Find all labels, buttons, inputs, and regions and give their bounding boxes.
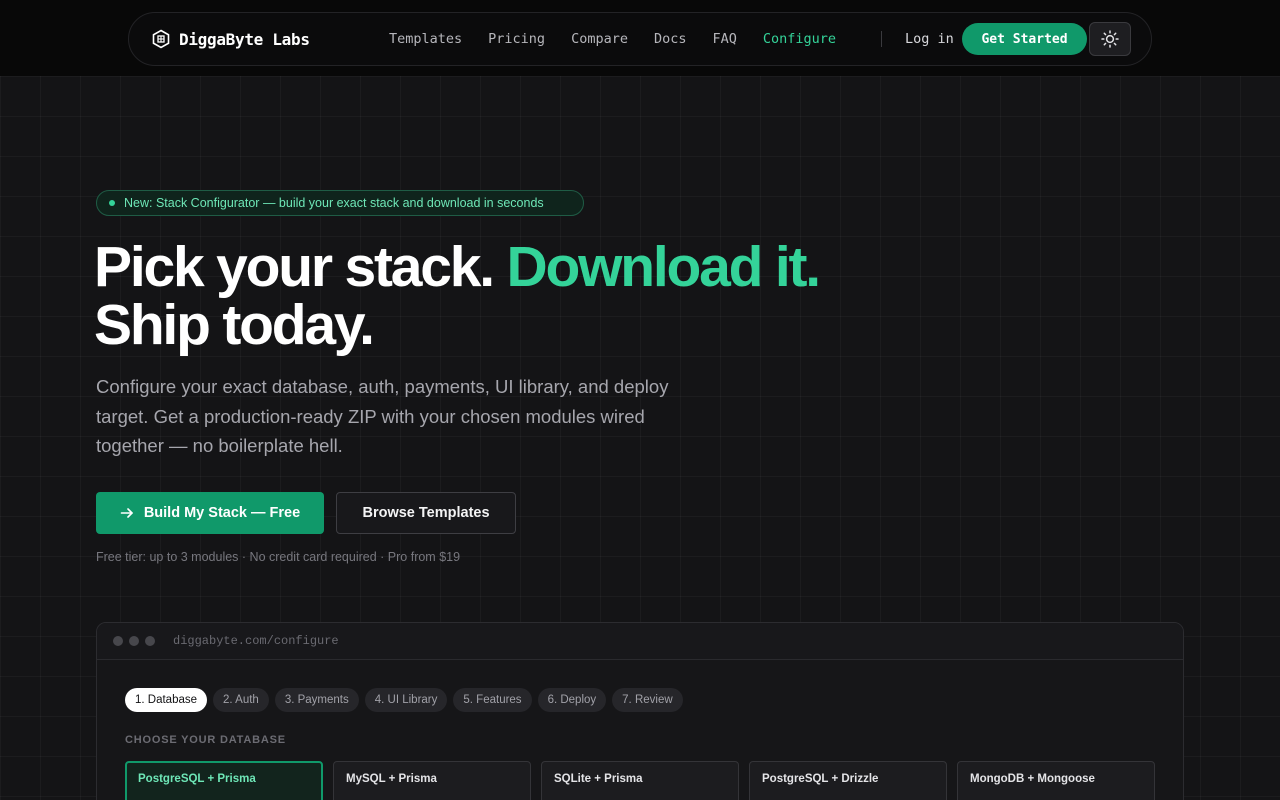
sun-icon (1101, 30, 1119, 48)
step-tab-deploy[interactable]: 6. Deploy (537, 688, 607, 712)
step-tab-database[interactable]: 1. Database (125, 688, 208, 712)
window-dot-icon (145, 636, 155, 646)
build-my-stack-button[interactable]: Build My Stack — Free (96, 492, 324, 534)
arrow-right-icon (120, 508, 133, 518)
nav-links: Templates Pricing Compare Docs FAQ Confi… (389, 13, 862, 65)
db-option-postgresql-drizzle[interactable]: PostgreSQL + Drizzle (749, 761, 947, 800)
step-tab-auth[interactable]: 2. Auth (213, 688, 269, 712)
nav-link-docs[interactable]: Docs (654, 31, 687, 47)
theme-toggle-button[interactable] (1089, 22, 1131, 56)
db-option-mysql-prisma[interactable]: MySQL + Prisma (333, 761, 531, 800)
database-options: PostgreSQL + Prisma MySQL + Prisma SQLit… (125, 761, 1155, 800)
database-section-label: CHOOSE YOUR DATABASE (125, 734, 286, 746)
pricing-fineprint: Free tier: up to 3 modules · No credit c… (96, 550, 461, 564)
headline-part-2: Ship today. (94, 293, 375, 357)
nav-link-configure[interactable]: Configure (763, 31, 836, 47)
window-dot-icon (129, 636, 139, 646)
db-option-mongodb-mongoose[interactable]: MongoDB + Mongoose (957, 761, 1155, 800)
brand-name: DiggaByte Labs (179, 29, 310, 49)
step-tab-ui-library[interactable]: 4. UI Library (364, 688, 448, 712)
navbar: DiggaByte Labs Templates Pricing Compare… (128, 12, 1152, 66)
window-dot-icon (113, 636, 123, 646)
configurator-steps: 1. Database 2. Auth 3. Payments 4. UI Li… (125, 688, 683, 712)
headline-accent: Download it. (506, 235, 822, 299)
login-link[interactable]: Log in (905, 13, 954, 65)
headline-part-1: Pick your stack. (94, 235, 507, 299)
nav-link-pricing[interactable]: Pricing (488, 31, 545, 47)
build-my-stack-label: Build My Stack — Free (143, 505, 301, 521)
step-tab-review[interactable]: 7. Review (612, 688, 683, 712)
browse-templates-button[interactable]: Browse Templates (336, 492, 516, 534)
step-tab-payments[interactable]: 3. Payments (274, 688, 359, 712)
db-option-postgresql-prisma[interactable]: PostgreSQL + Prisma (125, 761, 323, 800)
get-started-button[interactable]: Get Started (962, 23, 1087, 55)
status-dot-icon (109, 200, 115, 206)
db-option-sqlite-prisma[interactable]: SQLite + Prisma (541, 761, 739, 800)
hero-subcopy: Configure your exact database, auth, pay… (96, 376, 669, 456)
browser-url: diggabyte.com/configure (173, 634, 339, 648)
site-header: DiggaByte Labs Templates Pricing Compare… (0, 0, 1280, 76)
nav-link-compare[interactable]: Compare (571, 31, 628, 47)
announcement-text: New: Stack Configurator — build your exa… (124, 196, 544, 210)
step-tab-features[interactable]: 5. Features (453, 688, 532, 712)
nav-divider (881, 31, 882, 47)
brand-logo-link[interactable]: DiggaByte Labs (151, 13, 310, 65)
nav-link-templates[interactable]: Templates (389, 31, 462, 47)
browser-title-bar: diggabyte.com/configure (97, 623, 1183, 660)
configurator-preview-window: diggabyte.com/configure 1. Database 2. A… (96, 622, 1184, 800)
hero-headline: Pick your stack. Download it. Ship today. (94, 238, 994, 354)
hexagon-logo-icon (152, 29, 170, 49)
nav-link-faq[interactable]: FAQ (712, 31, 736, 47)
announcement-badge[interactable]: New: Stack Configurator — build your exa… (96, 190, 584, 216)
